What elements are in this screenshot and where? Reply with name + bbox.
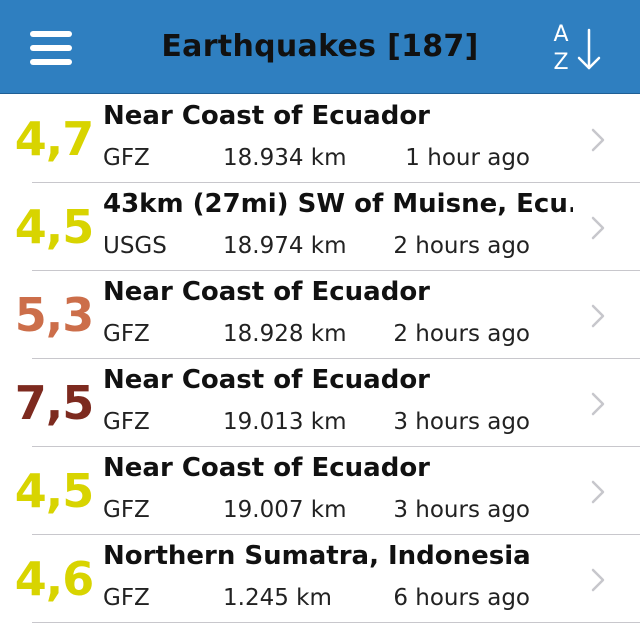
magnitude-value: 5,3 (14, 288, 95, 342)
earthquake-row[interactable]: 4,6 Northern Sumatra, Indonesia GFZ 1.24… (0, 535, 640, 623)
sort-az-button[interactable]: A Z (548, 20, 608, 76)
time-ago: 6 hours ago (393, 585, 530, 611)
distance-value: 19.013 km (223, 409, 347, 435)
data-source: USGS (103, 233, 167, 259)
page-title: Earthquakes [187] (161, 29, 479, 64)
chevron-right-icon (591, 392, 605, 416)
earthquake-row[interactable]: 4,5 43km (27mi) SW of Muisne, Ecu... USG… (0, 183, 640, 271)
earthquake-row[interactable]: 7,5 Near Coast of Ecuador GFZ 19.013 km … (0, 359, 640, 447)
location-name: Near Coast of Ecuador (103, 453, 431, 483)
nav-bar: Earthquakes [187] A Z (0, 0, 640, 94)
chevron-right-icon (591, 304, 605, 328)
location-name: Near Coast of Ecuador (103, 101, 431, 131)
data-source: GFZ (103, 409, 150, 435)
data-source: GFZ (103, 497, 150, 523)
time-ago: 3 hours ago (393, 497, 530, 523)
earthquake-list: 4,7 Near Coast of Ecuador GFZ 18.934 km … (0, 95, 640, 623)
chevron-right-icon (591, 480, 605, 504)
time-ago: 3 hours ago (393, 409, 530, 435)
distance-value: 18.928 km (223, 321, 347, 347)
distance-value: 18.974 km (223, 233, 347, 259)
magnitude-value: 4,5 (14, 200, 95, 254)
data-source: GFZ (103, 145, 150, 171)
chevron-right-icon (591, 128, 605, 152)
distance-value: 18.934 km (223, 145, 347, 171)
earthquake-row[interactable]: 5,3 Near Coast of Ecuador GFZ 18.928 km … (0, 271, 640, 359)
sort-letter-z: Z (553, 50, 569, 75)
location-name: 43km (27mi) SW of Muisne, Ecu... (103, 189, 573, 219)
data-source: GFZ (103, 321, 150, 347)
magnitude-value: 4,6 (14, 552, 95, 606)
location-name: Near Coast of Ecuador (103, 365, 431, 395)
magnitude-value: 7,5 (14, 376, 95, 430)
arrow-down-icon (577, 28, 601, 70)
distance-value: 19.007 km (223, 497, 347, 523)
time-ago: 1 hour ago (405, 145, 530, 171)
earthquake-row[interactable]: 4,5 Near Coast of Ecuador GFZ 19.007 km … (0, 447, 640, 535)
chevron-right-icon (591, 216, 605, 240)
earthquake-row[interactable]: 4,7 Near Coast of Ecuador GFZ 18.934 km … (0, 95, 640, 183)
data-source: GFZ (103, 585, 150, 611)
location-name: Northern Sumatra, Indonesia (103, 541, 531, 571)
row-divider (32, 622, 640, 623)
distance-value: 1.245 km (223, 585, 332, 611)
time-ago: 2 hours ago (393, 321, 530, 347)
time-ago: 2 hours ago (393, 233, 530, 259)
magnitude-value: 4,7 (14, 112, 95, 166)
chevron-right-icon (591, 568, 605, 592)
location-name: Near Coast of Ecuador (103, 277, 431, 307)
sort-letter-a: A (553, 22, 569, 47)
magnitude-value: 4,5 (14, 464, 95, 518)
